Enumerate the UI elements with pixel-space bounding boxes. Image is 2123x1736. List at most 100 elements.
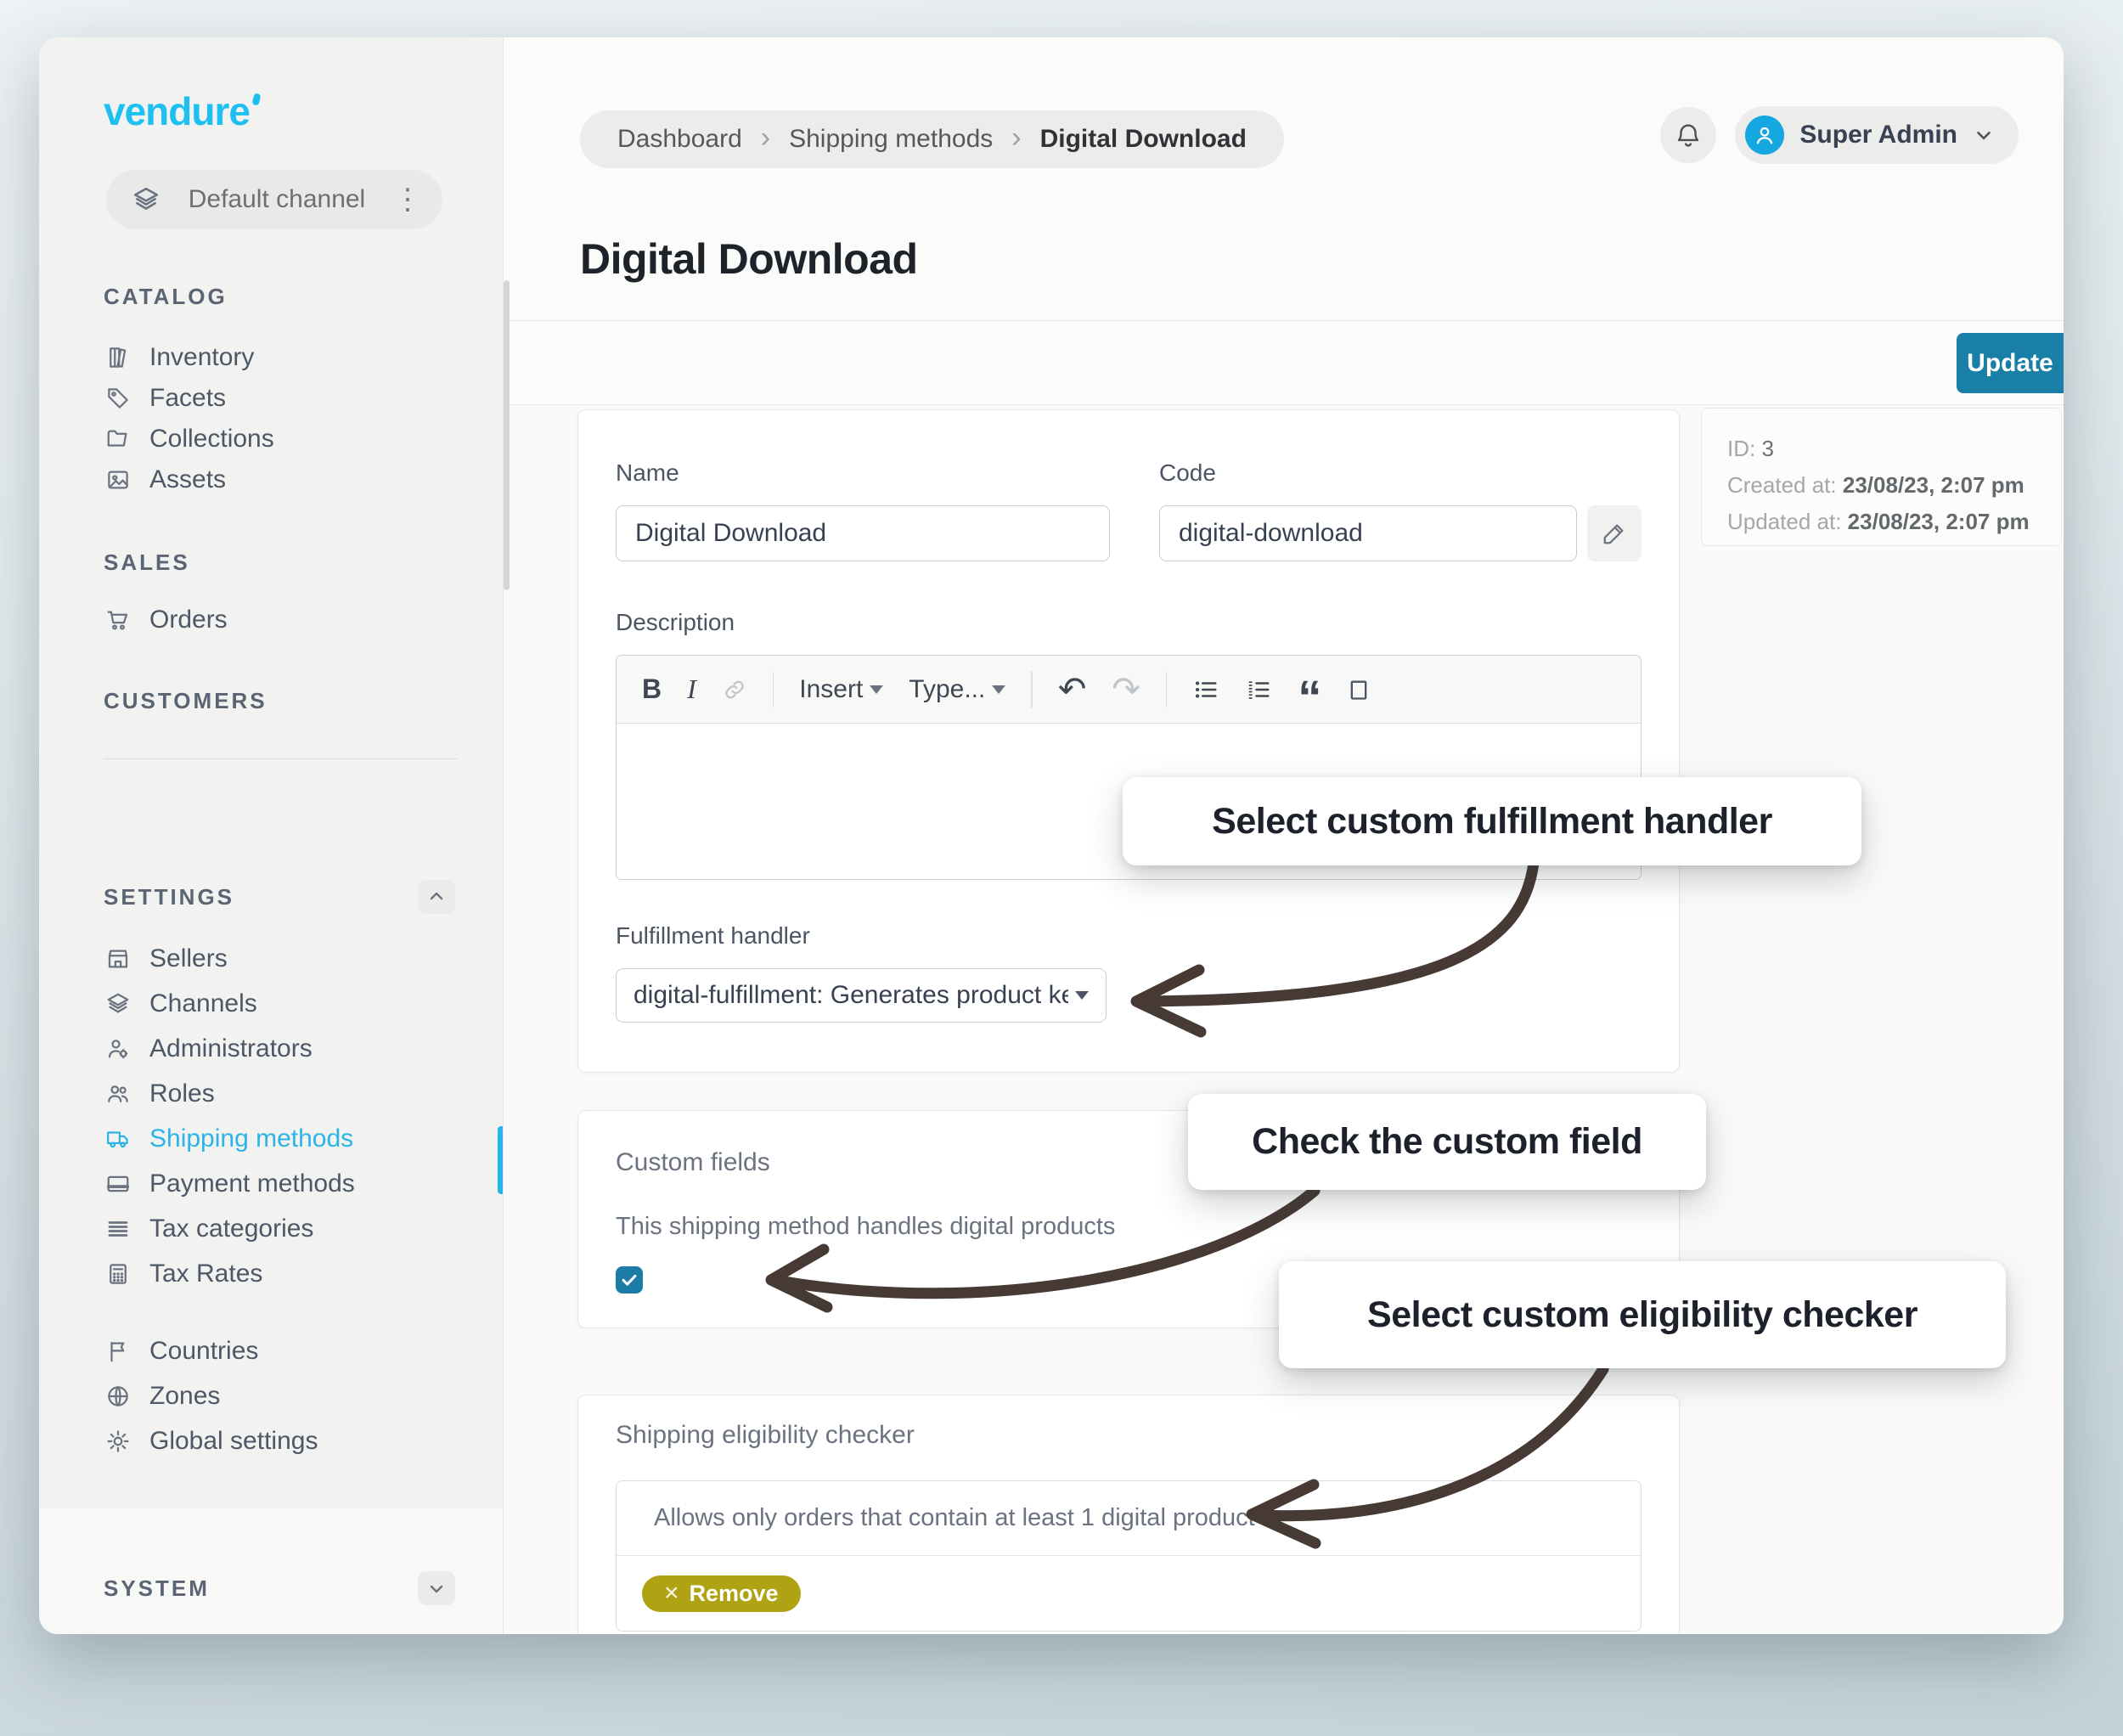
screenshot-stage: vendure Default channel ⋮ CATALOG Invent… <box>0 0 2123 1736</box>
vendure-logo-text: vendure <box>104 92 250 131</box>
header-actions: Super Admin <box>1660 106 2019 164</box>
bullet-list-button[interactable] <box>1192 677 1219 702</box>
user-name: Super Admin <box>1799 121 1957 149</box>
channel-label: Default channel <box>160 185 393 214</box>
collapse-settings-button[interactable] <box>418 880 455 914</box>
breadcrumb-separator-icon: › <box>761 121 770 155</box>
sidebar-item-orders[interactable]: Orders <box>104 600 503 640</box>
link-button[interactable] <box>722 677 747 702</box>
code-label: Code <box>1159 459 1642 487</box>
sidebar-item-tax-categories[interactable]: Tax categories <box>104 1206 503 1251</box>
sidebar-divider <box>104 758 458 759</box>
breadcrumb-separator-icon: › <box>1011 121 1021 155</box>
image-icon <box>104 465 132 494</box>
code-input[interactable] <box>1159 505 1577 561</box>
update-button[interactable]: Update <box>1957 333 2064 393</box>
eligibility-checker-box: Allows only orders that contain at least… <box>616 1480 1642 1632</box>
sidebar-item-tax-rates[interactable]: Tax Rates <box>104 1251 503 1296</box>
expand-system-button[interactable] <box>418 1571 455 1605</box>
sidebar-item-channels[interactable]: Channels <box>104 981 503 1026</box>
sidebar-item-roles[interactable]: Roles <box>104 1071 503 1116</box>
fulfillment-handler-label: Fulfillment handler <box>616 922 1642 950</box>
type-menu-button[interactable]: Type... <box>909 675 1005 704</box>
eligibility-checker-value: Allows only orders that contain at least… <box>654 1504 1255 1532</box>
sidebar-item-inventory[interactable]: Inventory <box>104 337 503 378</box>
redo-button[interactable]: ↷ <box>1112 670 1140 709</box>
settings-section-header[interactable]: SETTINGS <box>39 880 503 914</box>
avatar <box>1745 116 1784 155</box>
id-value: 3 <box>1761 436 1773 461</box>
list-icon <box>104 1215 132 1243</box>
sidebar-item-countries[interactable]: Countries <box>104 1328 503 1373</box>
code-block-button[interactable] <box>1347 678 1371 702</box>
fulfillment-handler-value: digital-fulfillment: Generates product k… <box>634 981 1068 1010</box>
settings-section-title: SETTINGS <box>104 884 234 910</box>
sidebar-item-zones[interactable]: Zones <box>104 1373 503 1418</box>
fulfillment-handler-select[interactable]: digital-fulfillment: Generates product k… <box>616 968 1107 1023</box>
sidebar-item-collections[interactable]: Collections <box>104 419 503 459</box>
edit-code-button[interactable] <box>1587 505 1642 561</box>
eligibility-checker-row: Allows only orders that contain at least… <box>617 1481 1641 1556</box>
breadcrumb-dashboard[interactable]: Dashboard <box>617 125 742 154</box>
notifications-button[interactable] <box>1660 107 1716 163</box>
chevron-down-icon <box>1973 124 1995 146</box>
breadcrumb-shipping-methods[interactable]: Shipping methods <box>789 125 993 154</box>
system-section-header[interactable]: SYSTEM <box>39 1508 503 1634</box>
detail-form-card: Name Code <box>577 409 1680 1073</box>
toolbar-divider <box>773 672 774 707</box>
updated-at-label: Updated at: <box>1727 509 1841 534</box>
sidebar-item-administrators[interactable]: Administrators <box>104 1026 503 1071</box>
link-icon <box>722 677 747 702</box>
sidebar-item-shipping-methods[interactable]: Shipping methods <box>104 1116 503 1161</box>
user-icon <box>1752 122 1777 148</box>
custom-field-label: This shipping method handles digital pro… <box>616 1213 1642 1241</box>
caret-down-icon <box>1075 991 1089 1000</box>
name-input[interactable] <box>616 505 1110 561</box>
created-at-label: Created at: <box>1727 472 1837 498</box>
cart-icon <box>104 606 132 634</box>
sidebar-item-payment-methods[interactable]: Payment methods <box>104 1161 503 1206</box>
italic-button[interactable]: I <box>687 674 696 705</box>
page-content: Name Code <box>504 405 2064 1634</box>
ordered-list-button[interactable] <box>1245 677 1272 702</box>
annotation-check-custom-field: Check the custom field <box>1188 1094 1706 1190</box>
action-bar: Update <box>504 320 2064 405</box>
sidebar-item-assets[interactable]: Assets <box>104 459 503 500</box>
customers-section-title: CUSTOMERS <box>104 688 503 714</box>
sidebar: vendure Default channel ⋮ CATALOG Invent… <box>39 37 504 1634</box>
entity-info-panel: ID: 3 Created at: 23/08/23, 2:07 pm Upda… <box>1701 408 2062 546</box>
description-label: Description <box>616 609 1642 636</box>
active-item-indicator <box>498 1126 503 1194</box>
eligibility-checker-card: Shipping eligibility checker Allows only… <box>577 1395 1680 1634</box>
storefront-icon <box>104 944 132 973</box>
blockquote-button[interactable]: “ <box>1298 688 1321 707</box>
sidebar-scrollbar[interactable] <box>504 280 510 590</box>
insert-menu-button[interactable]: Insert <box>799 675 883 704</box>
kebab-menu-icon[interactable]: ⋮ <box>393 185 422 214</box>
bold-button[interactable]: B <box>642 674 662 705</box>
digital-products-checkbox[interactable] <box>616 1266 643 1294</box>
editor-toolbar: B I Insert Type... ↶ ↷ <box>617 656 1641 724</box>
breadcrumb: Dashboard › Shipping methods › Digital D… <box>580 110 1284 168</box>
sidebar-item-sellers[interactable]: Sellers <box>104 936 503 981</box>
sidebar-item-facets[interactable]: Facets <box>104 378 503 419</box>
breadcrumb-current: Digital Download <box>1040 125 1247 154</box>
sales-section-title: SALES <box>104 550 503 576</box>
channel-selector[interactable]: Default channel ⋮ <box>106 170 442 229</box>
toolbar-divider <box>1166 672 1168 707</box>
updated-at-value: 23/08/23, 2:07 pm <box>1848 509 2030 534</box>
layers-icon <box>132 185 160 214</box>
flag-icon <box>104 1337 132 1366</box>
name-label: Name <box>616 459 1110 487</box>
bullet-list-icon <box>1192 677 1219 702</box>
undo-button[interactable]: ↶ <box>1058 670 1087 709</box>
chevron-up-icon <box>426 887 447 907</box>
user-menu[interactable]: Super Admin <box>1735 106 2019 164</box>
catalog-section-title: CATALOG <box>104 284 503 310</box>
sidebar-item-global-settings[interactable]: Global settings <box>104 1418 503 1463</box>
annotation-select-fulfillment-handler: Select custom fulfillment handler <box>1123 777 1861 865</box>
remove-checker-button[interactable]: × Remove <box>642 1575 801 1612</box>
created-at-value: 23/08/23, 2:07 pm <box>1843 472 2024 498</box>
page-header: Dashboard › Shipping methods › Digital D… <box>504 37 2064 320</box>
system-section-title: SYSTEM <box>104 1575 210 1602</box>
